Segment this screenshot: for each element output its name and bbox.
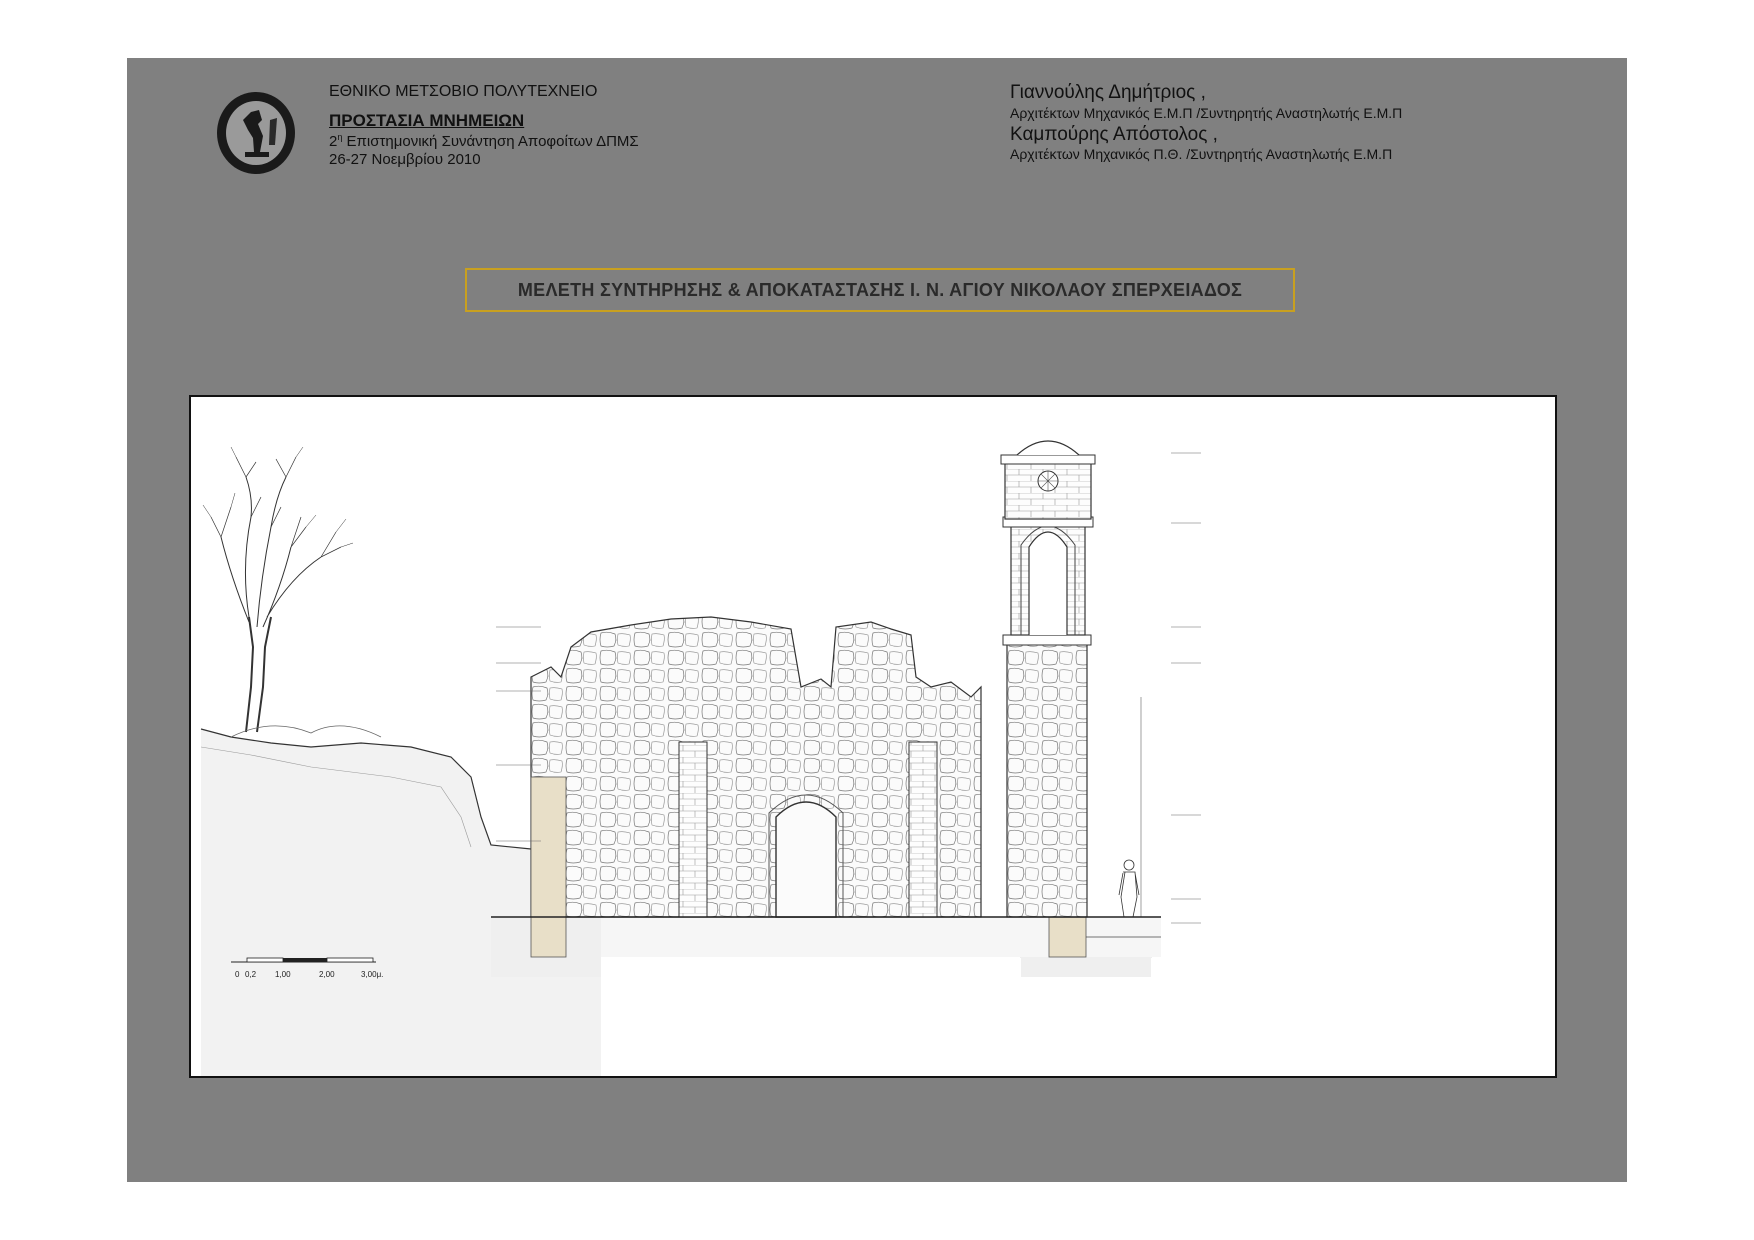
foundation-pier bbox=[530, 776, 567, 958]
meeting-text: Επιστημονική Συνάντηση Αποφοίτων ΔΠΜΣ bbox=[342, 132, 639, 150]
poster-panel: ΕΘΝΙΚΟ ΜΕΤΣΟΒΙΟ ΠΟΛΥΤΕΧΝΕΙΟ ΠΡΟΣΤΑΣΙΑ ΜΝ… bbox=[127, 58, 1627, 1182]
author-role: Αρχιτέκτων Μηχανικός Π.Θ. /Συντηρητής Αν… bbox=[1010, 146, 1393, 163]
institution-name: ΕΘΝΙΚΟ ΜΕΤΣΟΒΙΟ ΠΟΛΥΤΕΧΝΕΙΟ bbox=[329, 83, 598, 100]
scale-label: 2,00 bbox=[319, 970, 335, 979]
bell-tower bbox=[1000, 440, 1096, 918]
authors-block: Γιαννούλης Δημήτριος , Αρχιτέκτων Μηχανι… bbox=[1010, 82, 1402, 165]
author-name: Γιαννούλης Δημήτριος , bbox=[1010, 82, 1206, 103]
scale-label: 0 bbox=[235, 970, 240, 979]
tree-illustration bbox=[202, 446, 382, 738]
study-title: ΜΕΛΕΤΗ ΣΥΝΤΗΡΗΣΗΣ & ΑΠΟΚΑΤΑΣΤΑΣΗΣ Ι. Ν. … bbox=[465, 268, 1295, 312]
institution-block: ΕΘΝΙΚΟ ΜΕΤΣΟΒΙΟ ΠΟΛΥΤΕΧΝΕΙΟ ΠΡΟΣΤΑΣΙΑ ΜΝ… bbox=[329, 82, 639, 169]
elevation-drawing: 0 0,2 1,00 2,00 3,00μ. bbox=[189, 395, 1557, 1078]
author-role: Αρχιτέκτων Μηχανικός Ε.Μ.Π /Συντηρητής Α… bbox=[1010, 104, 1403, 121]
church-elevation-svg: 0 0,2 1,00 2,00 3,00μ. bbox=[200, 440, 1201, 1076]
program-title: ΠΡΟΣΤΑΣΙΑ ΜΝΗΜΕΙΩΝ bbox=[329, 111, 525, 131]
church-door bbox=[775, 801, 837, 918]
scale-label: 3,00μ. bbox=[361, 970, 383, 979]
author-name: Καμπούρης Απόστολος , bbox=[1010, 123, 1218, 145]
ntua-seal-logo bbox=[217, 92, 295, 174]
meeting-dates: 26-27 Νοεμβρίου 2010 bbox=[329, 150, 481, 168]
scale-label: 1,00 bbox=[275, 970, 291, 979]
scale-label: 0,2 bbox=[245, 970, 257, 979]
meeting-line: 2η Επιστημονική Συνάντηση Αποφοίτων ΔΠΜΣ bbox=[329, 132, 639, 151]
human-scale-figure bbox=[1118, 859, 1140, 918]
